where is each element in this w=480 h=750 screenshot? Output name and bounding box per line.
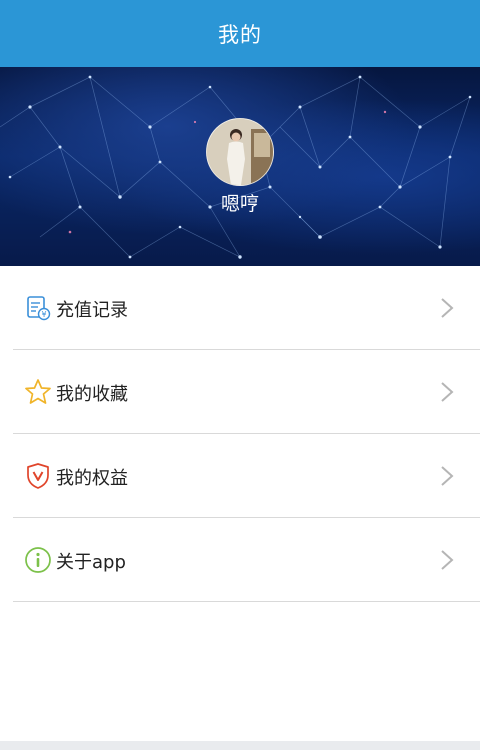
- chevron-right-icon: [441, 466, 454, 486]
- divider: [13, 601, 480, 602]
- avatar-photo: [207, 119, 273, 185]
- avatar[interactable]: [206, 118, 274, 186]
- menu-item-label: 关于app: [56, 552, 126, 573]
- profile-menu: ¥ 充值记录 我的收藏 我的权益 关于app: [0, 266, 480, 602]
- menu-item-label: 我的权益: [56, 468, 128, 489]
- menu-item-label: 我的收藏: [56, 384, 128, 405]
- chevron-right-icon: [441, 298, 454, 318]
- recharge-record-icon: ¥: [24, 294, 52, 322]
- chevron-right-icon: [441, 382, 454, 402]
- menu-item-favorites[interactable]: 我的收藏: [0, 350, 480, 434]
- shield-v-icon: [24, 462, 52, 490]
- info-icon: [24, 546, 52, 574]
- chevron-right-icon: [441, 550, 454, 570]
- menu-item-label: 充值记录: [56, 300, 128, 321]
- star-icon: [24, 378, 52, 406]
- page-title: 我的: [218, 22, 262, 47]
- profile-banner: 嗯哼: [0, 67, 480, 266]
- menu-item-benefits[interactable]: 我的权益: [0, 434, 480, 518]
- menu-item-about-app[interactable]: 关于app: [0, 518, 480, 602]
- menu-item-recharge-record[interactable]: ¥ 充值记录: [0, 266, 480, 350]
- bottom-nav-edge: [0, 741, 480, 750]
- app-header: 我的: [0, 0, 480, 67]
- username: 嗯哼: [220, 193, 259, 215]
- svg-text:¥: ¥: [41, 310, 46, 319]
